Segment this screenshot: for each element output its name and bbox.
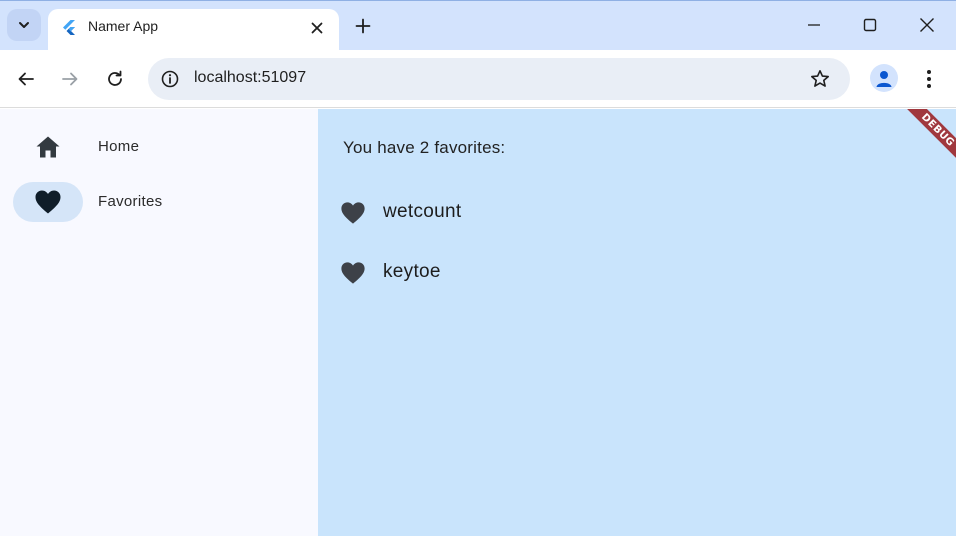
url-text[interactable]: localhost:51097: [194, 69, 306, 87]
app-content: Home Favorites You have 2 favorites: wet…: [0, 109, 956, 536]
new-tab-button[interactable]: [350, 13, 376, 39]
debug-banner-text: DEBUG: [919, 111, 956, 149]
back-button[interactable]: [12, 65, 40, 93]
flutter-logo-icon: [63, 20, 75, 35]
kebab-menu-icon: [927, 70, 931, 88]
maximize-icon: [863, 18, 877, 32]
close-icon: [920, 18, 934, 32]
reload-icon: [108, 70, 122, 86]
person-icon: [876, 71, 892, 87]
nav-item-favorites[interactable]: Favorites: [0, 180, 318, 224]
navigation-rail: Home Favorites: [0, 109, 318, 536]
home-icon: [36, 136, 60, 158]
nav-label-favorites: Favorites: [98, 193, 163, 210]
close-icon: [311, 22, 323, 34]
tab-title: Namer App: [88, 18, 159, 34]
list-item[interactable]: keytoe: [318, 245, 956, 301]
nav-indicator: [13, 127, 83, 167]
arrow-left-icon: [18, 72, 34, 86]
favorite-word: keytoe: [383, 261, 441, 282]
heart-icon: [341, 202, 365, 224]
address-bar[interactable]: localhost:51097: [148, 58, 850, 100]
bookmark-button[interactable]: [808, 67, 832, 91]
maximize-button[interactable]: [856, 11, 884, 39]
nav-indicator-selected: [13, 182, 83, 222]
close-tab-button[interactable]: [306, 17, 328, 39]
tab-search-button[interactable]: [7, 9, 41, 41]
browser-tabstrip: Namer App: [0, 0, 956, 51]
forward-button[interactable]: [56, 65, 84, 93]
browser-menu-button[interactable]: [917, 65, 941, 93]
minimize-icon: [808, 24, 820, 26]
close-window-button[interactable]: [913, 11, 941, 39]
star-icon: [811, 70, 829, 87]
debug-banner: DEBUG: [890, 109, 956, 178]
favorites-summary: You have 2 favorites:: [343, 138, 506, 157]
favorites-page: You have 2 favorites: wetcount keytoe DE…: [318, 109, 956, 536]
chevron-down-icon: [19, 22, 29, 28]
site-info-button[interactable]: [158, 67, 182, 91]
reload-button[interactable]: [101, 65, 129, 93]
profile-button[interactable]: [870, 64, 898, 92]
minimize-button[interactable]: [800, 11, 828, 39]
info-icon: [161, 70, 179, 88]
plus-icon: [355, 18, 371, 34]
heart-icon: [341, 262, 365, 284]
nav-label-home: Home: [98, 138, 140, 155]
nav-item-home[interactable]: Home: [0, 125, 318, 169]
heart-icon: [35, 190, 61, 214]
browser-tab[interactable]: Namer App: [48, 9, 339, 51]
browser-toolbar: localhost:51097: [0, 50, 956, 108]
list-item[interactable]: wetcount: [318, 185, 956, 241]
favorite-word: wetcount: [383, 201, 462, 222]
arrow-right-icon: [62, 72, 78, 86]
